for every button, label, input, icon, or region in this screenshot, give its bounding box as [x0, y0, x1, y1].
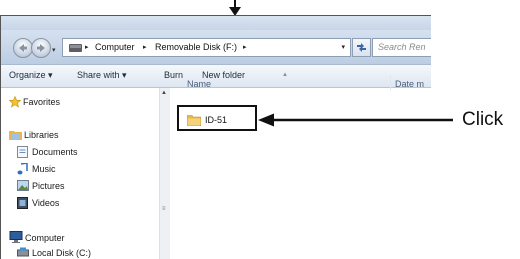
nav-favorites[interactable]: Favorites	[23, 97, 60, 107]
scroll-thumb[interactable]: ≡	[162, 206, 166, 212]
address-row: ▾ ▸ Computer ▸ Removable Disk (F:) ▸ ▾ S…	[1, 30, 431, 65]
back-button[interactable]	[13, 38, 33, 58]
navigation-scrollbar[interactable]: ▲ ≡	[159, 88, 170, 259]
command-bar: Organize ▾ Share with ▾ Burn New folder	[1, 65, 431, 88]
column-divider[interactable]	[390, 75, 391, 90]
scroll-up-icon[interactable]: ▲	[161, 90, 167, 96]
burn-button[interactable]: Burn	[164, 70, 183, 80]
nav-documents[interactable]: Documents	[32, 147, 78, 157]
address-bar[interactable]: ▸ Computer ▸ Removable Disk (F:) ▸ ▾	[62, 38, 351, 57]
videos-icon	[17, 197, 28, 209]
nav-videos[interactable]: Videos	[32, 198, 59, 208]
explorer-window: ▾ ▸ Computer ▸ Removable Disk (F:) ▸ ▾ S…	[0, 15, 431, 259]
forward-arrow-icon	[37, 44, 45, 52]
column-header-name[interactable]: Name	[187, 79, 211, 89]
organize-menu[interactable]: Organize ▾	[9, 70, 53, 81]
sort-indicator-icon: ▲	[282, 72, 288, 78]
documents-icon	[17, 146, 28, 158]
pictures-icon	[17, 180, 29, 191]
music-note-icon	[17, 163, 28, 175]
highlight-box	[177, 105, 257, 131]
breadcrumb-removable-disk[interactable]: Removable Disk (F:)	[155, 42, 237, 52]
refresh-button[interactable]	[352, 38, 371, 57]
nav-pictures[interactable]: Pictures	[32, 181, 65, 191]
drive-icon	[69, 44, 82, 52]
title-bar	[1, 16, 431, 30]
nav-local-disk[interactable]: Local Disk (C:)	[32, 248, 91, 258]
back-arrow-icon	[19, 44, 27, 52]
libraries-folder-icon	[9, 131, 22, 140]
nav-libraries[interactable]: Libraries	[24, 130, 59, 140]
share-with-menu[interactable]: Share with ▾	[77, 70, 127, 81]
down-arrow-icon	[229, 0, 241, 16]
nav-computer[interactable]: Computer	[25, 233, 65, 243]
nav-music[interactable]: Music	[32, 164, 56, 174]
callout-label: Click	[462, 109, 504, 130]
breadcrumb-separator[interactable]: ▸	[85, 43, 89, 51]
recent-pages-dropdown[interactable]: ▾	[52, 46, 56, 54]
local-disk-icon	[17, 247, 29, 257]
refresh-icon	[357, 43, 366, 52]
computer-icon	[9, 231, 23, 243]
column-header-date-modified[interactable]: Date m	[395, 79, 424, 89]
breadcrumb-computer[interactable]: Computer	[95, 42, 135, 52]
search-input[interactable]: Search Ren	[372, 38, 431, 57]
callout-arrow-icon	[258, 113, 453, 127]
breadcrumb-separator[interactable]: ▸	[243, 43, 247, 51]
breadcrumb-separator[interactable]: ▸	[143, 43, 147, 51]
favorites-star-icon	[9, 96, 21, 108]
forward-button[interactable]	[31, 38, 51, 58]
address-dropdown[interactable]: ▾	[341, 43, 345, 51]
